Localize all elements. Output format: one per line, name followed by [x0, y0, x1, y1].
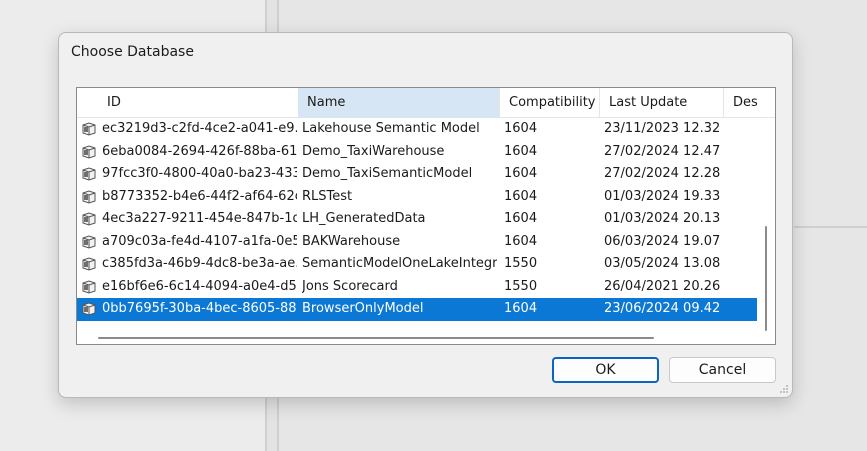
table-row[interactable]: a709c03a-fe4d-4107-a1fa-0e5... BAKWarehou…: [77, 231, 757, 254]
database-icon: [81, 189, 97, 204]
cell-compatibility: 1604: [504, 188, 538, 204]
cell-compatibility: 1604: [504, 211, 538, 226]
cell-id: b8773352-b4e6-44f2-af64-62c...: [102, 188, 297, 204]
database-icon: [81, 122, 97, 136]
cell-last-update: 23/06/2024 09.42: [604, 301, 721, 316]
database-icon: [81, 212, 97, 226]
table-row[interactable]: c385fd3a-46b9-4dc8-be3a-ae... SemanticMod…: [77, 253, 757, 276]
database-list[interactable]: ID Name Compatibility Last Update Des ec…: [76, 87, 776, 345]
cell-id: 97fcc3f0-4800-40a0-ba23-433...: [102, 166, 297, 181]
ok-button[interactable]: OK: [552, 357, 659, 383]
cell-compatibility: 1604: [504, 143, 538, 159]
cell-compatibility: 1604: [504, 233, 538, 249]
database-icon: [81, 234, 97, 249]
vertical-scroll-thumb[interactable]: [765, 226, 767, 331]
table-row[interactable]: 4ec3a227-9211-454e-847b-1d... LH_Generate…: [77, 208, 757, 231]
resize-grip-icon[interactable]: [779, 384, 789, 394]
cell-id: 4ec3a227-9211-454e-847b-1d...: [102, 211, 297, 226]
cell-name: SemanticModelOneLakeIntegr...: [302, 256, 497, 271]
cell-last-update: 03/05/2024 13.08: [604, 256, 721, 271]
cell-last-update: 26/04/2021 20.26: [604, 278, 721, 294]
database-icon: [81, 302, 97, 316]
cell-id: 6eba0084-2694-426f-88ba-61...: [102, 143, 297, 159]
cell-compatibility: 1604: [504, 301, 538, 316]
cell-last-update: 01/03/2024 19.33: [604, 188, 721, 204]
dialog-title: Choose Database: [71, 44, 194, 60]
cell-last-update: 27/02/2024 12.47: [604, 143, 721, 159]
cell-name: LH_GeneratedData: [302, 211, 426, 226]
table-row[interactable]: 6eba0084-2694-426f-88ba-61... Demo_TaxiWa…: [77, 141, 757, 164]
cell-compatibility: 1604: [504, 121, 538, 136]
cell-id: 0bb7695f-30ba-4bec-8605-88...: [102, 301, 297, 316]
cell-name: Lakehouse Semantic Model: [302, 121, 480, 136]
cell-name: Demo_TaxiSemanticModel: [302, 166, 473, 181]
cancel-button[interactable]: Cancel: [669, 357, 776, 383]
database-icon: [81, 279, 97, 294]
horizontal-scroll-thumb[interactable]: [98, 337, 654, 339]
cell-name: Demo_TaxiWarehouse: [302, 143, 445, 159]
horizontal-scrollbar[interactable]: [77, 332, 775, 344]
cell-id: ec3219d3-c2fd-4ce2-a041-e9...: [102, 121, 297, 136]
database-icon: [81, 257, 97, 271]
cell-id: e16bf6e6-6c14-4094-a0e4-d5...: [102, 278, 297, 294]
table-row[interactable]: ec3219d3-c2fd-4ce2-a041-e9... Lakehouse S…: [77, 118, 757, 141]
cell-name: RLSTest: [302, 188, 353, 204]
cell-last-update: 06/03/2024 19.07: [604, 233, 721, 249]
cell-name: BrowserOnlyModel: [302, 301, 424, 316]
column-header-name[interactable]: Name: [298, 88, 500, 118]
list-header: ID Name Compatibility Last Update Des: [77, 88, 775, 118]
table-row[interactable]: b8773352-b4e6-44f2-af64-62c... RLSTest 160…: [77, 186, 757, 209]
database-icon: [81, 167, 97, 181]
vertical-scrollbar[interactable]: [757, 118, 775, 333]
cell-name: BAKWarehouse: [302, 233, 401, 249]
database-icon: [81, 144, 97, 159]
table-row[interactable]: 0bb7695f-30ba-4bec-8605-88... BrowserOnly…: [77, 298, 757, 321]
cell-compatibility: 1550: [504, 256, 538, 271]
column-header-last-update[interactable]: Last Update: [600, 88, 724, 118]
cell-compatibility: 1550: [504, 278, 538, 294]
column-header-description[interactable]: Des: [724, 88, 775, 118]
column-header-id[interactable]: ID: [98, 88, 318, 118]
table-row[interactable]: e16bf6e6-6c14-4094-a0e4-d5... Jons Scorec…: [77, 276, 757, 299]
cell-id: c385fd3a-46b9-4dc8-be3a-ae...: [102, 256, 297, 271]
cell-last-update: 23/11/2023 12.32: [604, 121, 721, 136]
table-row[interactable]: 97fcc3f0-4800-40a0-ba23-433... Demo_TaxiS…: [77, 163, 757, 186]
cell-last-update: 01/03/2024 20.13: [604, 211, 721, 226]
cell-last-update: 27/02/2024 12.28: [604, 166, 721, 181]
cell-compatibility: 1604: [504, 166, 538, 181]
cell-name: Jons Scorecard: [302, 278, 398, 294]
cell-id: a709c03a-fe4d-4107-a1fa-0e5...: [102, 233, 297, 249]
background-divider: [794, 226, 867, 228]
column-header-compatibility[interactable]: Compatibility: [500, 88, 600, 118]
choose-database-dialog: Choose Database ID Name Compatibility La…: [58, 32, 793, 398]
